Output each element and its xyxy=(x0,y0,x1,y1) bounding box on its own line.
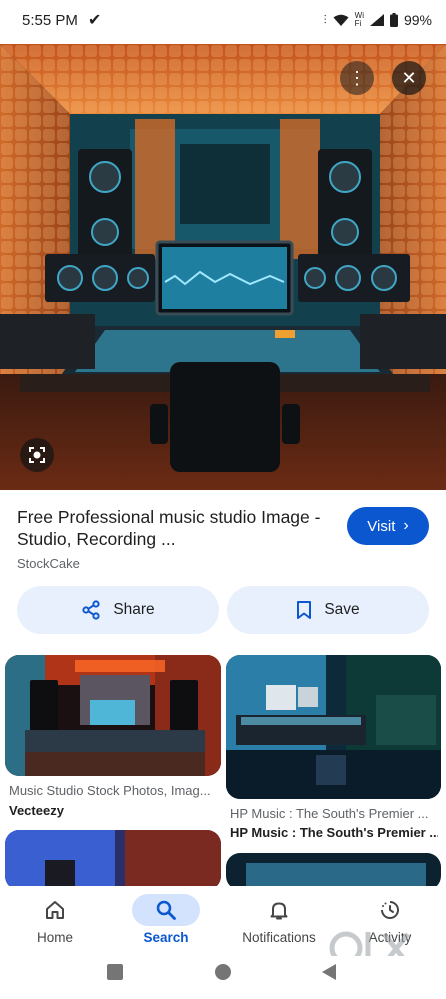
related-image-3[interactable] xyxy=(5,830,221,890)
nav-notifications-label: Notifications xyxy=(242,930,316,945)
nav-home-label: Home xyxy=(36,930,73,945)
status-indicators: ⫶ Wi Fi 99% xyxy=(323,11,432,29)
nav-home[interactable]: Home xyxy=(0,886,110,956)
save-label: Save xyxy=(324,601,360,618)
related-image-2[interactable] xyxy=(226,655,441,799)
wifi-icon xyxy=(333,14,349,26)
related-caption-1[interactable]: Music Studio Stock Photos, Imag... xyxy=(9,783,219,798)
recents-button[interactable] xyxy=(107,964,123,980)
related-caption-2[interactable]: HP Music : The South's Premier ... xyxy=(230,806,438,821)
related-image-1[interactable] xyxy=(5,655,221,776)
back-button[interactable] xyxy=(321,963,337,981)
lens-search-button[interactable] xyxy=(20,438,54,472)
more-options-button[interactable]: ⋮ xyxy=(340,61,374,95)
hero-image[interactable]: ⋮ ✕ xyxy=(0,44,446,490)
signal-icon xyxy=(369,14,384,26)
check-icon: ✔ xyxy=(88,12,102,29)
related-source-1: Vecteezy xyxy=(9,803,64,818)
bell-icon xyxy=(268,894,290,926)
system-navigation-bar xyxy=(0,956,446,999)
activity-icon xyxy=(379,894,401,926)
related-source-2: HP Music : The South's Premier ... xyxy=(230,825,438,840)
home-system-button[interactable] xyxy=(215,964,231,980)
save-button[interactable]: Save xyxy=(227,586,429,634)
wifi-calling-icon: Wi Fi xyxy=(354,11,364,28)
share-button[interactable]: Share xyxy=(17,586,219,634)
search-icon xyxy=(132,894,200,926)
battery-icon xyxy=(389,13,398,27)
battery-percent: 99% xyxy=(403,12,432,28)
bookmark-icon xyxy=(297,601,312,619)
nav-search-label: Search xyxy=(143,930,189,945)
lens-icon xyxy=(29,447,45,463)
mute-icon: ⫶ xyxy=(323,12,327,27)
nav-search[interactable]: Search xyxy=(111,886,221,956)
visit-label: Visit xyxy=(367,517,396,535)
result-title[interactable]: Free Professional music studio Image - S… xyxy=(17,506,337,550)
chevron-right-icon: › xyxy=(403,517,409,534)
related-image-4[interactable] xyxy=(226,853,441,890)
nav-notifications[interactable]: Notifications xyxy=(224,886,334,956)
status-bar: 5:55 PM ✔ ⫶ Wi Fi 99% xyxy=(0,0,446,44)
home-icon xyxy=(44,894,66,926)
share-icon xyxy=(82,600,100,620)
visit-button[interactable]: Visit › xyxy=(347,507,429,545)
close-button[interactable]: ✕ xyxy=(392,61,426,95)
status-time: 5:55 PM xyxy=(22,12,78,29)
result-source: StockCake xyxy=(17,556,80,571)
share-label: Share xyxy=(113,601,155,618)
